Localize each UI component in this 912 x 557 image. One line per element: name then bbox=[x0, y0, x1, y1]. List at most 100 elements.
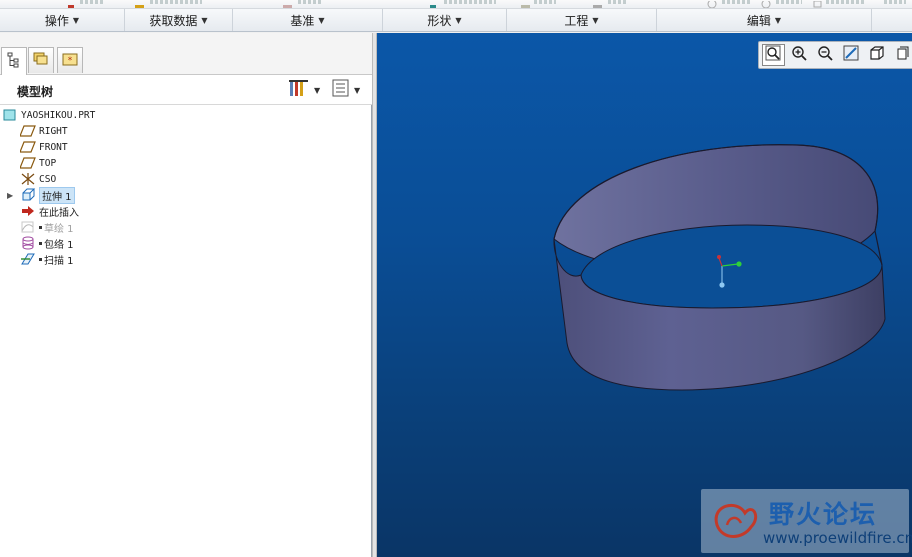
chevron-down-icon: ▼ bbox=[314, 85, 321, 95]
list-view-icon bbox=[332, 78, 350, 102]
tab-favorites[interactable]: * bbox=[57, 47, 83, 73]
tab-model-tree[interactable] bbox=[1, 47, 27, 75]
chevron-down-icon: ▼ bbox=[455, 15, 462, 25]
ribbon-command-icon[interactable] bbox=[134, 0, 146, 8]
zoom-refit-button[interactable] bbox=[762, 44, 785, 66]
tree-item-label: 草绘 1 bbox=[44, 223, 74, 235]
chevron-down-icon: ▼ bbox=[72, 15, 80, 25]
datum-plane-icon bbox=[20, 140, 36, 154]
group-label: 形状 bbox=[427, 13, 452, 28]
svg-text:*: * bbox=[68, 56, 73, 66]
group-datum[interactable]: 基准 ▼ bbox=[233, 9, 383, 31]
group-label: 编辑 bbox=[746, 13, 771, 28]
navigator-panel: * 模型树 ▼ ▼ YAOSHIKOU.PRT RIGHT FRONT TOP … bbox=[0, 33, 372, 557]
datum-plane-icon bbox=[20, 124, 36, 138]
tree-item-datum-top[interactable]: TOP bbox=[0, 155, 370, 171]
ribbon-group-bar: 操作 ▼ 获取数据 ▼ 基准 ▼ 形状 ▼ 工程 ▼ 编辑 ▼ bbox=[0, 9, 912, 32]
chevron-down-icon: ▼ bbox=[318, 15, 325, 25]
group-editing[interactable]: 编辑 ▼ bbox=[657, 9, 872, 31]
group-label: 获取数据 bbox=[149, 13, 198, 28]
group-label: 操作 bbox=[44, 13, 69, 28]
group-operations[interactable]: 操作 ▼ bbox=[0, 9, 125, 31]
extrude-icon bbox=[20, 188, 36, 202]
zoom-out-icon bbox=[817, 45, 833, 65]
display-style-button[interactable] bbox=[865, 44, 888, 66]
ribbon-command-row bbox=[0, 0, 912, 9]
zoom-in-button[interactable] bbox=[788, 44, 811, 66]
ribbon-command-text[interactable] bbox=[298, 0, 322, 4]
model-tree: YAOSHIKOU.PRT RIGHT FRONT TOP CSO ▶ 拉伸 1… bbox=[0, 107, 370, 267]
display-style-icon bbox=[869, 45, 885, 65]
ribbon-command-icon[interactable] bbox=[428, 0, 440, 8]
tree-item-extrude[interactable]: ▶ 拉伸 1 bbox=[0, 186, 370, 204]
zoom-out-button[interactable] bbox=[814, 44, 837, 66]
ribbon-command-text[interactable] bbox=[776, 0, 802, 4]
model-tree-tab-icon bbox=[7, 52, 21, 72]
tree-item-datum-front[interactable]: FRONT bbox=[0, 139, 370, 155]
insert-here-arrow-icon bbox=[20, 204, 36, 218]
bullet-marker bbox=[39, 225, 42, 229]
tree-item-label: 扫描 1 bbox=[44, 255, 74, 267]
bullet-marker bbox=[39, 241, 42, 245]
repaint-icon bbox=[843, 45, 859, 65]
watermark-url: www.proewildfire.cn bbox=[763, 529, 912, 547]
tree-settings-button[interactable]: ▼ bbox=[288, 80, 320, 100]
ribbon-command-icon[interactable] bbox=[706, 0, 718, 8]
ribbon-command-text[interactable] bbox=[444, 0, 496, 4]
chevron-down-icon: ▼ bbox=[774, 15, 782, 25]
tree-item-label: 包络 1 bbox=[44, 239, 74, 251]
ribbon-command-text[interactable] bbox=[884, 0, 906, 4]
group-label: 工程 bbox=[564, 13, 589, 28]
tree-item-insert-here[interactable]: 在此插入 bbox=[0, 203, 370, 219]
creo-window: 操作 ▼ 获取数据 ▼ 基准 ▼ 形状 ▼ 工程 ▼ 编辑 ▼ * 模型树 ▼ … bbox=[0, 0, 912, 557]
ribbon-command-icon[interactable] bbox=[520, 0, 532, 8]
chevron-down-icon: ▼ bbox=[354, 85, 361, 95]
group-shapes[interactable]: 形状 ▼ bbox=[383, 9, 507, 31]
part-icon bbox=[2, 108, 18, 122]
saved-views-button[interactable] bbox=[891, 44, 912, 66]
zoom-in-icon bbox=[791, 45, 807, 65]
model-tree-title: 模型树 bbox=[17, 85, 54, 99]
ribbon-command-text[interactable] bbox=[608, 0, 626, 4]
tree-item-csys[interactable]: CSO bbox=[0, 171, 370, 187]
tree-item-part[interactable]: YAOSHIKOU.PRT bbox=[0, 107, 370, 123]
group-get-data[interactable]: 获取数据 ▼ bbox=[125, 9, 233, 31]
wrap-icon bbox=[20, 236, 36, 250]
model-geometry bbox=[553, 144, 886, 391]
coordinate-system-icon bbox=[20, 172, 36, 186]
tree-item-label: CSO bbox=[39, 173, 57, 185]
tree-item-sketch[interactable]: 草绘 1 bbox=[0, 219, 370, 235]
expand-arrow-icon[interactable]: ▶ bbox=[7, 191, 13, 200]
saved-views-icon bbox=[896, 45, 910, 65]
tree-item-label: YAOSHIKOU.PRT bbox=[21, 109, 96, 121]
group-overflow[interactable] bbox=[872, 9, 912, 31]
tree-item-datum-right[interactable]: RIGHT bbox=[0, 123, 370, 139]
tab-folder-browser[interactable] bbox=[28, 47, 54, 73]
tree-item-label: 在此插入 bbox=[39, 207, 79, 219]
favorites-star-icon: * bbox=[61, 51, 79, 71]
graphics-viewport[interactable]: 野火论坛 www.proewildfire.cn bbox=[377, 33, 912, 557]
tree-item-sweep[interactable]: 扫描 1 bbox=[0, 251, 370, 267]
ribbon-command-icon[interactable] bbox=[760, 0, 772, 8]
ribbon-command-icon[interactable] bbox=[282, 0, 294, 8]
watermark-title: 野火论坛 bbox=[769, 500, 878, 529]
view-toolbar bbox=[758, 41, 912, 69]
tree-show-button[interactable]: ▼ bbox=[332, 78, 361, 102]
ribbon-command-text[interactable] bbox=[826, 0, 864, 4]
ribbon-command-text[interactable] bbox=[150, 0, 202, 4]
ribbon-command-text[interactable] bbox=[534, 0, 556, 4]
repaint-button[interactable] bbox=[839, 44, 862, 66]
chevron-down-icon: ▼ bbox=[201, 15, 208, 25]
tree-item-wrap[interactable]: 包络 1 bbox=[0, 235, 370, 251]
ribbon-command-icon[interactable] bbox=[812, 0, 824, 8]
ribbon-command-text[interactable] bbox=[80, 0, 104, 4]
ribbon-command-text[interactable] bbox=[722, 0, 750, 4]
group-engineering[interactable]: 工程 ▼ bbox=[507, 9, 657, 31]
ribbon-command-icon[interactable] bbox=[66, 0, 78, 8]
watermark-logo-icon bbox=[707, 495, 761, 551]
navigator-tabs: * bbox=[0, 33, 372, 75]
ribbon-command-icon[interactable] bbox=[592, 0, 604, 8]
zoom-refit-icon bbox=[765, 45, 781, 65]
tools-settings-icon bbox=[288, 78, 310, 102]
sketch-icon bbox=[20, 220, 36, 234]
